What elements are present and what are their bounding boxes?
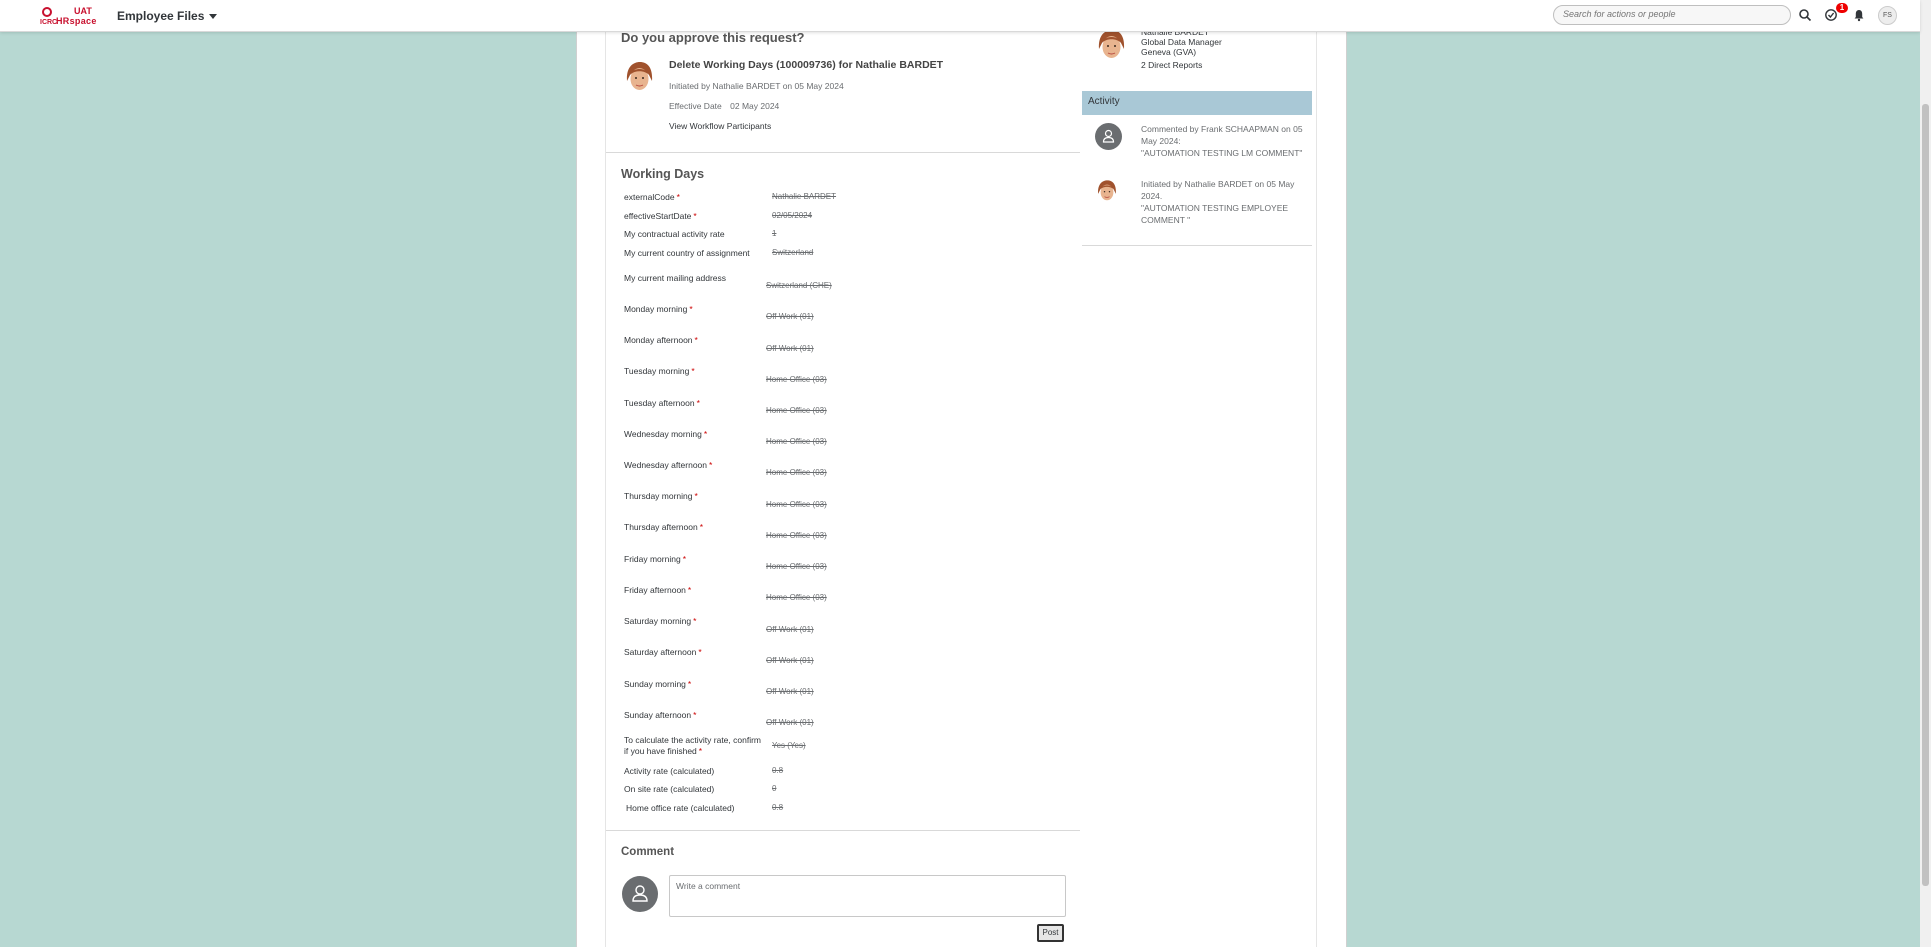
field-value: 0: [772, 784, 777, 793]
request-title: Delete Working Days (100009736) for Nath…: [669, 59, 944, 71]
field-value: Home Office (03): [766, 531, 827, 540]
commenter-avatar: [622, 876, 658, 912]
field-label: My current country of assignment: [624, 248, 750, 258]
field-value: Switzerland (CHE): [766, 281, 832, 290]
field-value: Off Work (01): [766, 312, 814, 321]
direct-reports-link[interactable]: 2 Direct Reports: [1141, 60, 1202, 70]
field-value: Home Office (03): [766, 468, 827, 477]
field-label: On site rate (calculated): [624, 784, 715, 794]
logo-env: UAT: [74, 6, 92, 16]
field-value: 0.8: [772, 803, 784, 812]
field-label: Tuesday morning *: [624, 366, 695, 376]
top-bar: ICRC UAT HRspace Employee Files 1 FS: [0, 0, 1920, 32]
field-label: Friday afternoon *: [624, 585, 692, 595]
field-value: Off Work (01): [766, 625, 814, 634]
company-logo[interactable]: ICRC UAT HRspace: [38, 5, 97, 27]
comment-input[interactable]: Write a comment: [669, 875, 1066, 917]
person-icon: [632, 885, 648, 902]
field-value: Home Office (03): [766, 437, 827, 446]
field-label: Home office rate (calculated): [626, 803, 735, 813]
field-value: Home Office (03): [766, 593, 827, 602]
field-value: Nathalie BARDET: [772, 192, 837, 201]
activity-divider: [1082, 245, 1312, 246]
header-divider: [606, 152, 1080, 153]
user-avatar[interactable]: FS: [1878, 6, 1897, 25]
comment-heading: Comment: [621, 846, 675, 858]
field-label: Sunday afternoon *: [624, 710, 697, 720]
logo-org: ICRC: [40, 19, 58, 26]
field-label: Wednesday afternoon *: [624, 460, 713, 470]
person-icon: [1102, 129, 1115, 143]
field-value: Off Work (01): [766, 687, 814, 696]
logo-app: HRspace: [56, 16, 97, 26]
field-value: 02/05/2024: [772, 211, 813, 220]
logo-mark-icon: [42, 7, 52, 17]
request-initiated: Initiated by Nathalie BARDET on 05 May 2…: [669, 81, 844, 91]
field-label: My current mailing address: [624, 273, 727, 283]
field-label: Activity rate (calculated): [624, 766, 715, 776]
field-value: Off Work (01): [766, 344, 814, 353]
field-value: Off Work (01): [766, 656, 814, 665]
field-label: My contractual activity rate: [624, 229, 725, 239]
field-value: Home Office (03): [766, 562, 827, 571]
module-menu-button[interactable]: Employee Files: [117, 9, 218, 23]
search-field[interactable]: [1553, 5, 1791, 25]
field-value: 0.8: [772, 766, 784, 775]
approval-heading: Do you approve this request?: [621, 30, 805, 45]
field-label: Monday afternoon *: [624, 335, 698, 345]
field-label: Sunday morning *: [624, 679, 692, 689]
page-scrollbar[interactable]: [1920, 0, 1931, 947]
field-label: Saturday afternoon *: [624, 647, 702, 657]
field-label: Thursday morning *: [624, 491, 698, 501]
field-label: Tuesday afternoon *: [624, 398, 700, 408]
post-button[interactable]: Post: [1037, 924, 1064, 942]
notification-badge: 1: [1836, 3, 1848, 13]
manager-photo: [1096, 27, 1127, 63]
field-label: Wednesday morning *: [624, 429, 708, 439]
field-label: Friday morning *: [624, 554, 686, 564]
employee-photo: [624, 59, 655, 95]
manager-location: Geneva (GVA): [1141, 47, 1197, 57]
manager-title: Global Data Manager: [1141, 37, 1222, 47]
caret-down-icon: [209, 14, 218, 20]
field-value: 1: [772, 229, 777, 238]
activity-heading: Activity: [1082, 91, 1312, 115]
section-divider: [606, 830, 1080, 831]
working-days-heading: Working Days: [621, 167, 705, 181]
search-input[interactable]: [1563, 9, 1773, 19]
effective-date-label: Effective Date: [669, 101, 722, 111]
field-value: Home Office (03): [766, 500, 827, 509]
field-value: Home Office (03): [766, 406, 827, 415]
activity-item: Commented by Frank SCHAAPMAN on 05 May 2…: [1141, 124, 1303, 158]
field-label: externalCode *: [624, 192, 680, 202]
field-value: Off Work (01): [766, 718, 814, 727]
scrollbar-thumb[interactable]: [1922, 104, 1929, 886]
activity-avatar: [1095, 123, 1122, 150]
search-icon[interactable]: [1798, 8, 1812, 22]
field-label: Thursday afternoon *: [624, 522, 704, 532]
field-label: effectiveStartDate *: [624, 211, 697, 221]
field-value: Switzerland: [772, 248, 814, 257]
activity-item: Initiated by Nathalie BARDET on 05 May 2…: [1141, 179, 1295, 225]
activity-initiator-photo: [1096, 178, 1118, 204]
effective-date-value: 02 May 2024: [730, 101, 780, 111]
module-label: Employee Files: [117, 9, 205, 23]
field-value: Yes (Yes): [772, 741, 806, 750]
view-workflow-participants-link[interactable]: View Workflow Participants: [669, 121, 771, 131]
field-label: Monday morning *: [624, 304, 693, 314]
bell-icon[interactable]: [1852, 8, 1866, 22]
field-value: Home Office (03): [766, 375, 827, 384]
field-label: Saturday morning *: [624, 616, 697, 626]
effective-date-row: Effective Date 02 May 2024: [669, 101, 779, 111]
field-label: To calculate the activity rate, confirm i…: [624, 735, 762, 756]
